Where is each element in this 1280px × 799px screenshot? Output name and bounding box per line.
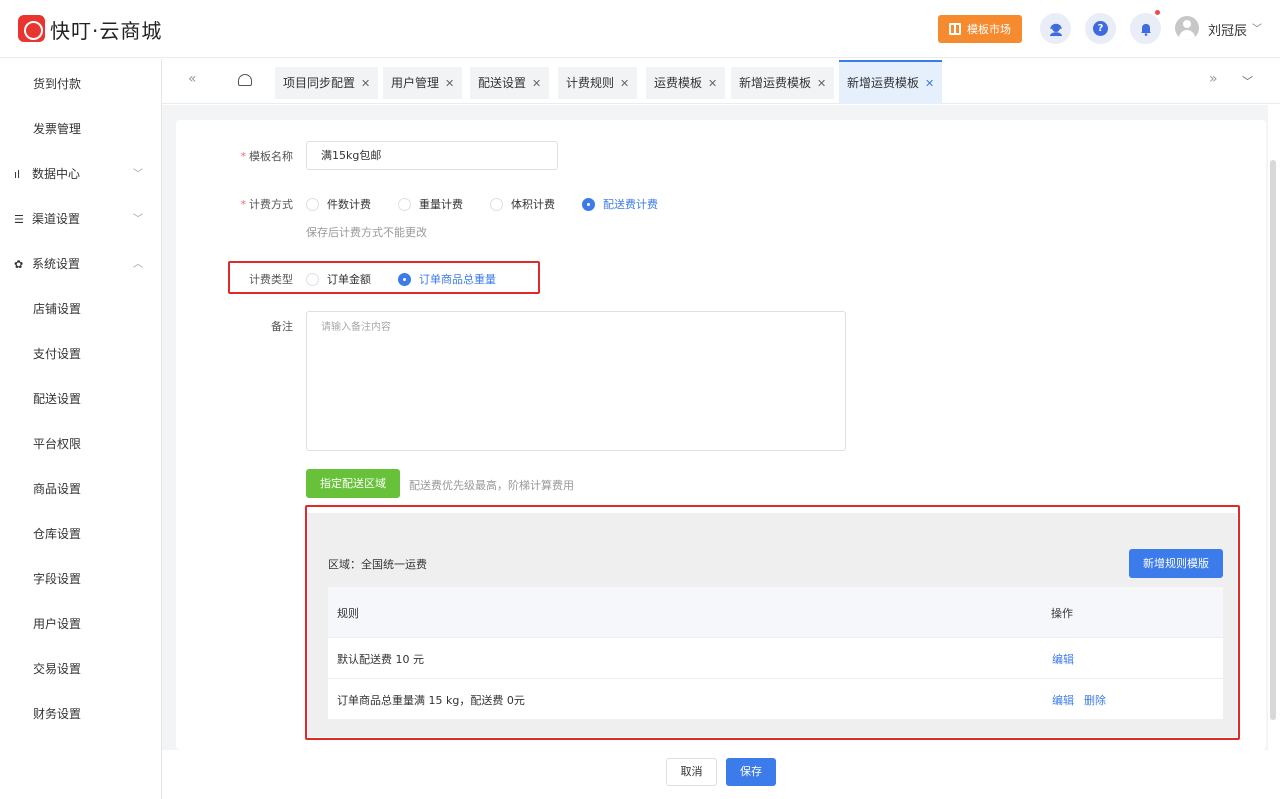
sidebar-item-delivery[interactable]: 配送设置	[0, 377, 161, 422]
layout-icon	[949, 23, 961, 35]
billing-type-label: 计费类型	[249, 273, 293, 286]
sidebar-group-channel[interactable]: ☰ 渠道设置 ﹀	[0, 197, 161, 242]
tab-project-sync[interactable]: 项目同步配置 ✕	[275, 67, 379, 99]
template-market-button[interactable]: 模板市场	[938, 15, 1022, 43]
rules-table: 规则 操作 默认配送费 10 元 编辑 订单商品总重量满 15 kg，配送费 0…	[328, 587, 1223, 719]
close-icon[interactable]: ✕	[532, 77, 541, 90]
close-icon[interactable]: ✕	[445, 77, 454, 90]
sidebar-item-store[interactable]: 店铺设置	[0, 287, 161, 332]
remark-label: 备注	[271, 320, 293, 333]
assign-delivery-area-button[interactable]: 指定配送区域	[306, 469, 400, 498]
delete-link[interactable]: 删除	[1084, 694, 1106, 707]
tab-new-freight-template[interactable]: 新增运费模板 ✕	[731, 67, 835, 99]
notifications-button[interactable]	[1130, 10, 1161, 44]
sidebar-group-system[interactable]: ✿ 系统设置 ︿	[0, 242, 161, 287]
radio-volume-billing[interactable]: 体积计费	[490, 196, 555, 212]
user-name[interactable]: 刘冠辰	[1208, 20, 1247, 39]
headset-icon	[1049, 23, 1062, 36]
tab-freight-templates[interactable]: 运费模板 ✕	[646, 67, 726, 99]
customer-service-button[interactable]	[1040, 13, 1071, 44]
column-header-rule: 规则	[337, 607, 359, 620]
radio-order-amount[interactable]: 订单金额	[306, 271, 371, 287]
brand-logo-icon[interactable]	[18, 15, 45, 42]
table-row: 默认配送费 10 元 编辑	[328, 638, 1223, 679]
sidebar-item-finance[interactable]: 财务设置	[0, 692, 161, 737]
gear-icon: ✿	[14, 258, 24, 271]
radio-piece-billing[interactable]: 件数计费	[306, 196, 371, 212]
add-rule-template-button[interactable]: 新增规则模版	[1129, 549, 1223, 578]
sidebar-item-fields[interactable]: 字段设置	[0, 557, 161, 602]
column-header-actions: 操作	[1051, 607, 1073, 620]
brand-name[interactable]: 快叮·云商城	[50, 15, 162, 44]
close-icon[interactable]: ✕	[361, 77, 370, 90]
top-header: 快叮·云商城 模板市场 ? 刘冠辰 ﹀	[0, 0, 1280, 58]
chevron-down-icon: ﹀	[133, 169, 143, 180]
chevron-down-icon: ﹀	[133, 214, 143, 225]
close-icon[interactable]: ✕	[620, 77, 629, 90]
edit-link[interactable]: 编辑	[1052, 653, 1074, 666]
chevron-down-icon[interactable]: ﹀	[1242, 73, 1253, 89]
radio-delivery-fee-billing[interactable]: 配送费计费	[582, 196, 658, 212]
tab-delivery-settings[interactable]: 配送设置 ✕	[470, 67, 550, 99]
user-avatar[interactable]	[1175, 16, 1199, 40]
sidebar-item-goods[interactable]: 商品设置	[0, 467, 161, 512]
save-button[interactable]: 保存	[726, 758, 776, 786]
billing-method-hint: 保存后计费方式不能更改	[306, 226, 427, 239]
chevron-down-icon[interactable]: ﹀	[1252, 20, 1262, 35]
table-row: 订单商品总重量满 15 kg，配送费 0元 编辑 删除	[328, 679, 1223, 719]
list-icon: ☰	[14, 213, 24, 226]
tab-new-freight-template-active[interactable]: 新增运费模板 ✕	[839, 60, 943, 104]
sidebar-group-data-center[interactable]: ıl 数据中心 ﹀	[0, 152, 161, 197]
help-button[interactable]: ?	[1085, 13, 1116, 44]
template-name-input[interactable]: 满15kg包邮	[306, 141, 558, 170]
table-header: 规则 操作	[328, 587, 1223, 638]
chevron-up-icon: ︿	[133, 259, 143, 270]
bell-icon	[1140, 23, 1151, 36]
rule-text: 默认配送费 10 元	[337, 653, 424, 666]
assign-area-hint: 配送费优先级最高，阶梯计算费用	[409, 479, 574, 492]
sidebar-item-users[interactable]: 用户设置	[0, 602, 161, 647]
sidebar: 货到付款 发票管理 ıl 数据中心 ﹀ ☰ 渠道设置 ﹀ ✿ 系统设置 ︿ 店铺…	[0, 59, 162, 799]
scroll-right-icon[interactable]: »	[1209, 71, 1218, 87]
sidebar-item-trade[interactable]: 交易设置	[0, 647, 161, 692]
bar-chart-icon: ıl	[14, 168, 21, 181]
radio-order-total-weight[interactable]: 订单商品总重量	[398, 271, 496, 287]
billing-method-label: * 计费方式	[240, 198, 294, 211]
question-mark-icon: ?	[1093, 21, 1108, 36]
close-icon[interactable]: ✕	[817, 77, 826, 90]
remark-textarea[interactable]: 请输入备注内容	[306, 311, 846, 451]
cancel-button[interactable]: 取消	[666, 758, 717, 786]
sidebar-item-payment[interactable]: 支付设置	[0, 332, 161, 377]
tab-bar: « 项目同步配置 ✕ 用户管理 ✕ 配送设置 ✕ 计费规则 ✕ 运费模板 ✕ 新增运费模板…	[162, 59, 1280, 104]
home-icon[interactable]	[238, 74, 252, 86]
edit-link[interactable]: 编辑	[1052, 694, 1074, 707]
scrollbar[interactable]	[1270, 160, 1276, 720]
notification-badge	[1155, 10, 1160, 15]
zone-title: 区域：全国统一运费	[328, 558, 427, 571]
scroll-left-icon[interactable]: «	[188, 71, 197, 87]
sidebar-item-cod[interactable]: 货到付款	[0, 62, 161, 107]
close-icon[interactable]: ✕	[708, 77, 717, 90]
template-name-label: * 模板名称	[240, 150, 294, 163]
rule-text: 订单商品总重量满 15 kg，配送费 0元	[337, 694, 525, 707]
tab-billing-rules[interactable]: 计费规则 ✕	[558, 67, 638, 99]
template-market-label: 模板市场	[967, 23, 1011, 36]
radio-weight-billing[interactable]: 重量计费	[398, 196, 463, 212]
sidebar-item-permissions[interactable]: 平台权限	[0, 422, 161, 467]
tab-user-management[interactable]: 用户管理 ✕	[383, 67, 463, 99]
sidebar-item-warehouse[interactable]: 仓库设置	[0, 512, 161, 557]
close-icon[interactable]: ✕	[925, 77, 934, 90]
sidebar-item-invoice[interactable]: 发票管理	[0, 107, 161, 152]
